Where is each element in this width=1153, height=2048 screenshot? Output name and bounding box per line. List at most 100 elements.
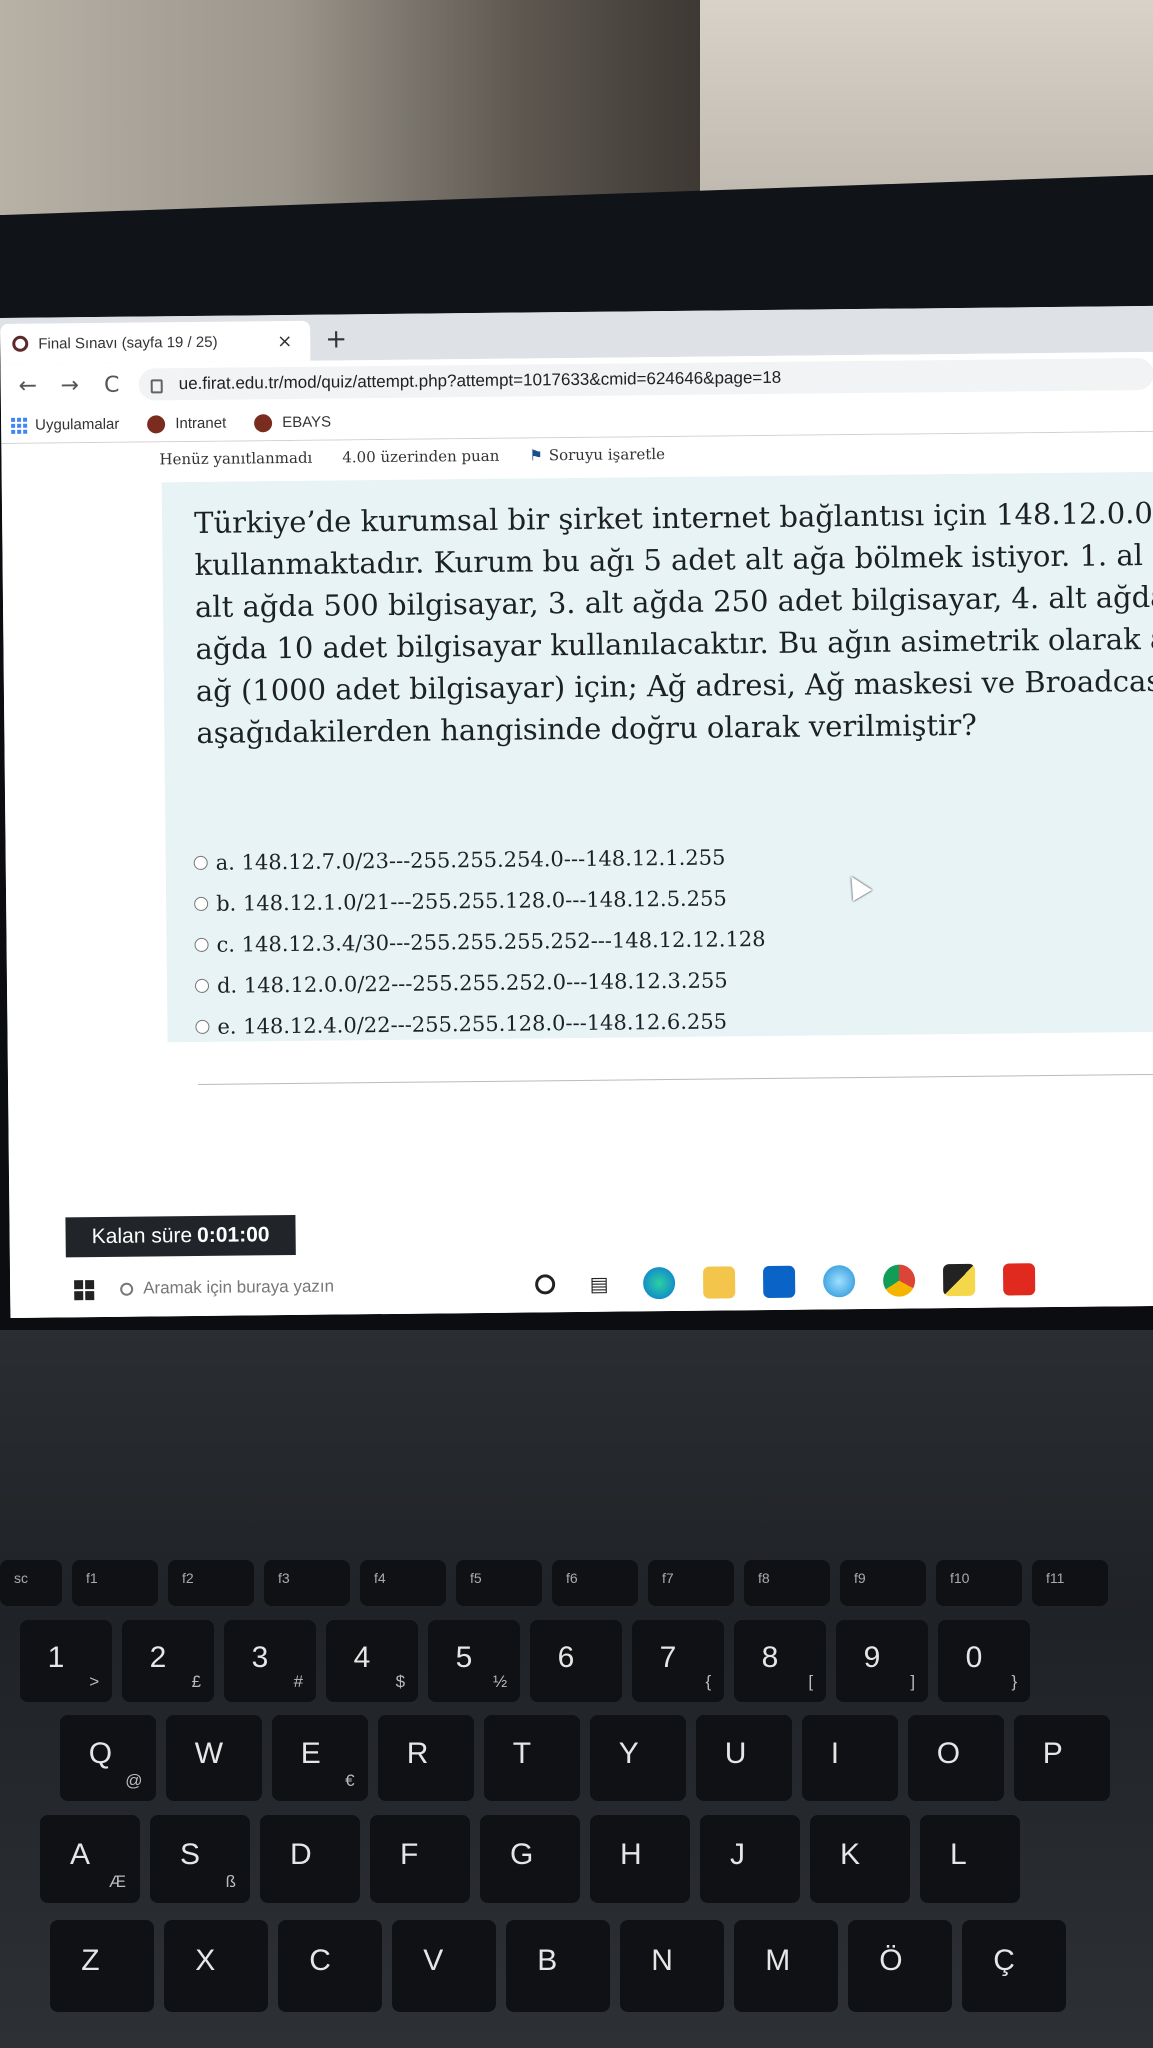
key-o-umlaut[interactable]: Ö: [848, 1920, 952, 2012]
flag-question-link[interactable]: ⚑ Soruyu işaretle: [529, 445, 665, 464]
quiz-page: Henüz yanıtlanmadı 4.00 üzerinden puan ⚑…: [1, 431, 1153, 1318]
key-i[interactable]: I: [802, 1715, 898, 1801]
radio-button[interactable]: [194, 896, 209, 911]
search-placeholder: Aramak için buraya yazın: [143, 1276, 335, 1298]
key-0[interactable]: 0}: [938, 1620, 1030, 1702]
key-f1[interactable]: f1: [72, 1560, 158, 1606]
key-g[interactable]: G: [480, 1815, 580, 1903]
radio-button[interactable]: [195, 1019, 210, 1034]
cortana-icon[interactable]: [535, 1274, 556, 1295]
key-y[interactable]: Y: [590, 1715, 686, 1801]
key-q[interactable]: Q @: [60, 1715, 156, 1801]
key-3[interactable]: 3 #: [224, 1620, 316, 1702]
key-k[interactable]: K: [810, 1815, 910, 1903]
key-6[interactable]: 6: [530, 1620, 622, 1702]
key-f9[interactable]: f9: [840, 1560, 926, 1606]
key-a[interactable]: AÆ: [40, 1815, 140, 1903]
key-8[interactable]: 8[: [734, 1620, 826, 1702]
time-remaining: Kalan süre 0:01:00: [65, 1214, 296, 1258]
browser-tab[interactable]: Final Sınavı (sayfa 19 / 25) ×: [0, 320, 311, 364]
edge-icon[interactable]: [642, 1266, 676, 1300]
moodle-favicon-icon: [12, 335, 29, 352]
key-b[interactable]: B: [506, 1920, 610, 2012]
sticky-notes-icon[interactable]: [942, 1263, 976, 1297]
url-text: ue.firat.edu.tr/mod/quiz/attempt.php?att…: [178, 367, 782, 394]
lock-icon: [150, 379, 163, 394]
question-points: 4.00 üzerinden puan: [342, 446, 500, 467]
key-f[interactable]: F: [370, 1815, 470, 1903]
key-7[interactable]: 7{: [632, 1620, 724, 1702]
key-d[interactable]: D: [260, 1815, 360, 1903]
key-5[interactable]: 5½: [428, 1620, 520, 1702]
a-key-row: AÆ Sß D F G H J K L: [40, 1815, 1020, 1903]
task-view-icon[interactable]: ▤: [583, 1268, 615, 1300]
laptop-screen: Final Sınavı (sayfa 19 / 25) × + ← → C u…: [0, 305, 1153, 1318]
forward-button[interactable]: →: [55, 373, 85, 398]
key-v[interactable]: V: [392, 1920, 496, 2012]
key-e[interactable]: E €: [272, 1715, 368, 1801]
tab-title: Final Sınavı (sayfa 19 / 25): [38, 333, 218, 353]
radio-button[interactable]: [194, 978, 210, 993]
key-o[interactable]: O: [908, 1715, 1004, 1801]
answer-option-d[interactable]: d. 148.12.0.0/22---255.255.252.0---148.1…: [194, 959, 766, 1006]
address-bar[interactable]: ue.firat.edu.tr/mod/quiz/attempt.php?att…: [138, 357, 1153, 401]
key-m[interactable]: M: [734, 1920, 838, 2012]
divider: [198, 1073, 1153, 1085]
new-tab-button[interactable]: +: [325, 324, 347, 354]
key-x[interactable]: X: [164, 1920, 268, 2012]
back-button[interactable]: ←: [13, 373, 43, 398]
question-status: Henüz yanıtlanmadı: [159, 448, 313, 469]
answer-option-e[interactable]: e. 148.12.4.0/22---255.255.128.0---148.1…: [195, 1000, 766, 1047]
bookmark-ebays[interactable]: EBAYS: [254, 413, 331, 432]
key-j[interactable]: J: [700, 1815, 800, 1903]
bookmark-apps[interactable]: Uygulamalar: [11, 416, 119, 434]
key-esc[interactable]: sc: [0, 1560, 62, 1606]
key-f3[interactable]: f3: [264, 1560, 350, 1606]
key-9[interactable]: 9]: [836, 1620, 928, 1702]
option-text: c. 148.12.3.4/30---255.255.255.252---148…: [216, 926, 766, 957]
key-f4[interactable]: f4: [360, 1560, 446, 1606]
taskbar-search-box[interactable]: Aramak için buraya yazın: [120, 1269, 520, 1305]
key-f11[interactable]: f11: [1032, 1560, 1108, 1606]
key-w[interactable]: W: [166, 1715, 262, 1801]
key-s[interactable]: Sß: [150, 1815, 250, 1903]
key-t[interactable]: T: [484, 1715, 580, 1801]
key-c-cedilla[interactable]: Ç: [962, 1920, 1066, 2012]
key-1[interactable]: 1 >: [20, 1620, 112, 1702]
option-text: d. 148.12.0.0/22---255.255.252.0---148.1…: [216, 967, 728, 998]
windows-start-icon[interactable]: [74, 1280, 95, 1301]
key-f6[interactable]: f6: [552, 1560, 638, 1606]
search-icon: [120, 1282, 134, 1296]
radio-button[interactable]: [193, 855, 208, 870]
key-f5[interactable]: f5: [456, 1560, 542, 1606]
key-f10[interactable]: f10: [936, 1560, 1022, 1606]
key-r[interactable]: R: [378, 1715, 474, 1801]
key-4[interactable]: 4 $: [326, 1620, 418, 1702]
mail-icon[interactable]: [762, 1265, 796, 1299]
question-box: Türkiye’de kurumsal bir şirket internet …: [161, 471, 1153, 1043]
answer-option-b[interactable]: b. 148.12.1.0/21---255.255.128.0---148.1…: [194, 877, 765, 924]
key-h[interactable]: H: [590, 1815, 690, 1903]
key-u[interactable]: U: [696, 1715, 792, 1801]
key-f7[interactable]: f7: [648, 1560, 734, 1606]
file-explorer-icon[interactable]: [702, 1266, 736, 1299]
bookmark-label: Intranet: [175, 414, 227, 433]
ie-icon[interactable]: [822, 1265, 856, 1298]
key-f8[interactable]: f8: [744, 1560, 830, 1606]
close-tab-icon[interactable]: ×: [277, 330, 292, 351]
key-f2[interactable]: f2: [168, 1560, 254, 1606]
bookmark-intranet[interactable]: Intranet: [147, 414, 226, 433]
key-p[interactable]: P: [1014, 1715, 1110, 1801]
key-z[interactable]: Z: [50, 1920, 154, 2012]
reload-button[interactable]: C: [97, 372, 127, 397]
chrome-icon[interactable]: [882, 1264, 916, 1297]
key-l[interactable]: L: [920, 1815, 1020, 1903]
q-key-row: Q @ W E € R T Y U I O P: [60, 1715, 1110, 1801]
key-c[interactable]: C: [278, 1920, 382, 2012]
acrobat-icon[interactable]: [1002, 1263, 1036, 1296]
answer-option-a[interactable]: a. 148.12.7.0/23---255.255.254.0---148.1…: [193, 836, 764, 883]
answer-option-c[interactable]: c. 148.12.3.4/30---255.255.255.252---148…: [194, 918, 766, 965]
radio-button[interactable]: [194, 937, 209, 952]
key-2[interactable]: 2 £: [122, 1620, 214, 1702]
key-n[interactable]: N: [620, 1920, 724, 2012]
